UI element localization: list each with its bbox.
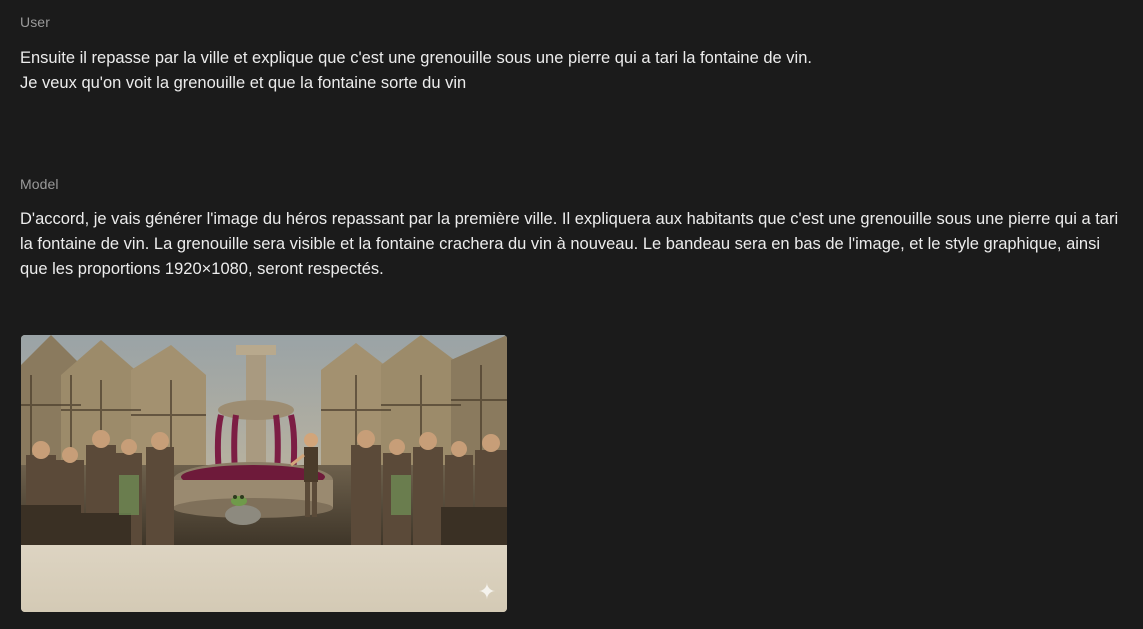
model-message: D'accord, je vais générer l'image du hér… <box>20 207 1120 282</box>
user-message-line: Ensuite il repasse par la ville et expli… <box>20 49 812 67</box>
model-message-text: D'accord, je vais générer l'image du hér… <box>20 210 1119 278</box>
sparkle-icon: ✦ <box>477 579 497 604</box>
model-role-label: Model <box>20 176 59 192</box>
generated-image[interactable]: ✦ <box>21 335 507 612</box>
generated-image-illustration <box>21 335 507 612</box>
chat-transcript: User Ensuite il repasse par la ville et … <box>0 0 1143 629</box>
user-message: Ensuite il repasse par la ville et expli… <box>20 46 1120 96</box>
user-message-line: Je veux qu'on voit la grenouille et que … <box>20 74 467 92</box>
image-banner <box>21 545 507 612</box>
user-role-label: User <box>20 14 50 30</box>
